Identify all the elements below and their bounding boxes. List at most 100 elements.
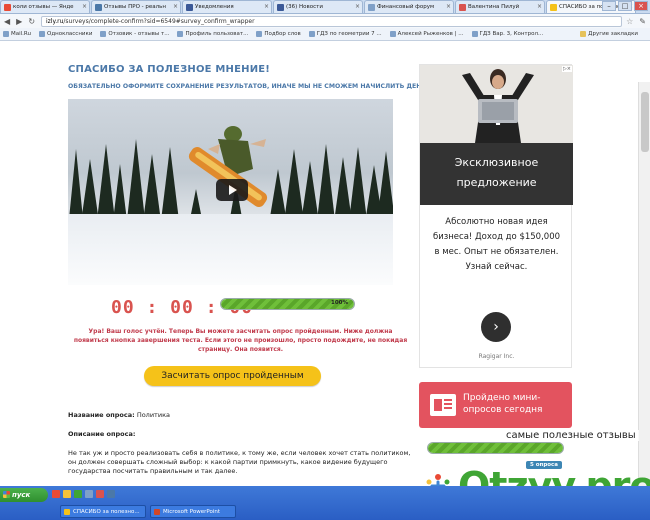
bookmark-item[interactable]: Алексей Рыженков | ... [389, 31, 464, 37]
ad-headline-line2: предложение [456, 176, 537, 189]
arrow-right-icon[interactable]: › [481, 312, 511, 342]
close-tab-icon[interactable]: × [446, 3, 451, 10]
bookmark-item[interactable]: Mail.Ru [3, 31, 31, 37]
close-tab-icon[interactable]: × [264, 3, 269, 10]
tab-4[interactable]: (36) Новости × [273, 0, 363, 13]
survey-name-value: Политика [136, 411, 170, 419]
tab-5[interactable]: Финансовый форум × [364, 0, 454, 13]
url-path: /surveys/complete-confirm?sid=6549#surve… [63, 17, 255, 25]
tab-strip: коли отзывы — Янде × Отзывы ПРО - реальн × У… [0, 0, 650, 14]
favicon-icon [471, 31, 478, 37]
quicklaunch-icon[interactable] [96, 490, 104, 498]
close-window-button[interactable]: × [634, 1, 648, 11]
widget-header: Пройдено мини- опросов сегодня [419, 382, 572, 428]
window-controls: – □ × [602, 1, 648, 11]
ad-body-line2: бизнеса! Доход до $150,000 [432, 232, 561, 242]
close-tab-icon[interactable]: × [537, 3, 542, 10]
bookmark-item[interactable]: ГДЗ Вар. 3, Контрол... [471, 31, 544, 37]
bookmark-item[interactable]: ГДЗ по геометрии 7 ... [308, 31, 382, 37]
tab-3[interactable]: Уведомления × [182, 0, 272, 13]
page-content: СПАСИБО ЗА ПОЛЕЗНОЕ МНЕНИЕ! ОБЯЗАТЕЛЬНО … [0, 41, 650, 486]
watermark-tagline: самые полезные отзывы [503, 430, 639, 441]
tab-6[interactable]: Валентина Пилуй × [455, 0, 545, 13]
close-tab-icon[interactable]: × [82, 3, 87, 10]
close-tab-icon[interactable]: × [355, 3, 360, 10]
favicon-icon [100, 31, 107, 37]
favicon-icon [389, 31, 396, 37]
reload-icon[interactable]: ↻ [28, 17, 35, 26]
bookmark-label: Профиль пользоват... [185, 31, 249, 37]
favicon-icon [95, 3, 102, 11]
widget-title-line2: опросов сегодня [463, 405, 543, 415]
complete-survey-button[interactable]: Засчитать опрос пройденным [144, 366, 321, 386]
completion-progress-bar: 100% [220, 298, 355, 310]
favicon-icon [4, 3, 11, 11]
tab-1[interactable]: коли отзывы — Янде × [0, 0, 90, 13]
wrench-icon[interactable]: ✎ [639, 17, 646, 26]
favicon-icon [256, 31, 263, 37]
video-player[interactable] [68, 99, 393, 285]
tab-label: Финансовый форум [377, 4, 435, 10]
tab-2[interactable]: Отзывы ПРО - реальн × [91, 0, 181, 13]
newspaper-icon [430, 394, 456, 416]
survey-desc-text: Не так уж и просто реализовать себя в по… [68, 449, 411, 475]
bookmark-label: Mail.Ru [11, 31, 31, 37]
forward-icon[interactable]: ▶ [16, 17, 22, 26]
url-input[interactable]: izly.ru/surveys/complete-confirm?sid=654… [41, 15, 623, 27]
bookmark-label: ГДЗ по геометрии 7 ... [316, 31, 382, 37]
ad-body-line1: Абсолютно новая идея [445, 217, 548, 227]
quicklaunch-icon[interactable] [63, 490, 71, 498]
bookmark-label: Одноклассники [46, 31, 93, 37]
quicklaunch-icon[interactable] [52, 490, 60, 498]
close-tab-icon[interactable]: × [173, 3, 178, 10]
widget-progress-bar [427, 442, 564, 454]
tab-label: Уведомления [195, 4, 234, 10]
page-scrollbar[interactable] [638, 82, 650, 486]
progress-label: 100% [331, 300, 348, 306]
ad-headline: Эксклюзивное предложение [420, 143, 573, 205]
bookmark-item[interactable]: Подбор слов [256, 31, 301, 37]
tab-label: Отзывы ПРО - реальн [104, 4, 166, 10]
bookmarks-bar: Mail.Ru Одноклассники Отзовик - отзывы т..… [0, 28, 650, 41]
minimize-button[interactable]: – [602, 1, 616, 11]
bookmark-label: ГДЗ Вар. 3, Контрол... [479, 31, 544, 37]
ad-body-line3: в мес. Опыт не обязателен. [434, 247, 559, 257]
favicon-icon [550, 3, 557, 11]
bookmark-label: Подбор слов [264, 31, 301, 37]
quicklaunch-icon[interactable] [85, 490, 93, 498]
ad-image: ▷× [420, 65, 573, 143]
taskbar-window-button[interactable]: Microsoft PowerPoint [150, 505, 236, 518]
favicon-icon [368, 3, 375, 11]
survey-name-label: Название опроса: [68, 411, 135, 419]
widget-title: Пройдено мини- опросов сегодня [463, 392, 542, 416]
bookmark-item[interactable]: Одноклассники [38, 31, 93, 37]
app-icon [154, 508, 160, 515]
scrollbar-thumb[interactable] [641, 92, 649, 152]
advertisement[interactable]: ▷× Эксклюзивное предложение Абсолютно но… [419, 64, 573, 368]
favicon-icon [459, 3, 466, 11]
taskbar-window-label: СПАСИБО за полезно... [73, 508, 140, 515]
back-icon[interactable]: ◀ [4, 17, 10, 26]
bookmark-star-icon[interactable]: ☆ [626, 17, 633, 26]
ad-brand: Ragigar Inc. [478, 353, 515, 360]
start-button[interactable]: пуск [0, 488, 48, 502]
maximize-button[interactable]: □ [618, 1, 632, 11]
taskbar-window-button[interactable]: СПАСИБО за полезно... [60, 505, 146, 518]
app-icon [64, 508, 70, 515]
bookmark-label: Алексей Рыженков | ... [397, 31, 464, 37]
favicon-icon [308, 31, 315, 37]
favicon-icon [38, 31, 45, 37]
url-host: izly.ru [46, 17, 64, 25]
taskbar-window-label: Microsoft PowerPoint [163, 508, 221, 515]
other-bookmarks[interactable]: Другие закладки [580, 31, 638, 37]
quicklaunch-icon[interactable] [107, 490, 115, 498]
bookmark-item[interactable]: Профиль пользоват... [177, 31, 248, 37]
favicon-icon [186, 3, 193, 11]
page-title: СПАСИБО ЗА ПОЛЕЗНОЕ МНЕНИЕ! [68, 64, 271, 75]
ad-choices-icon[interactable]: ▷× [561, 66, 572, 72]
tab-label: (36) Новости [286, 4, 323, 10]
survey-desc-label: Описание опроса: [68, 430, 136, 438]
bookmark-item[interactable]: Отзовик - отзывы т... [100, 31, 169, 37]
play-icon[interactable] [216, 179, 248, 201]
quicklaunch-icon[interactable] [74, 490, 82, 498]
